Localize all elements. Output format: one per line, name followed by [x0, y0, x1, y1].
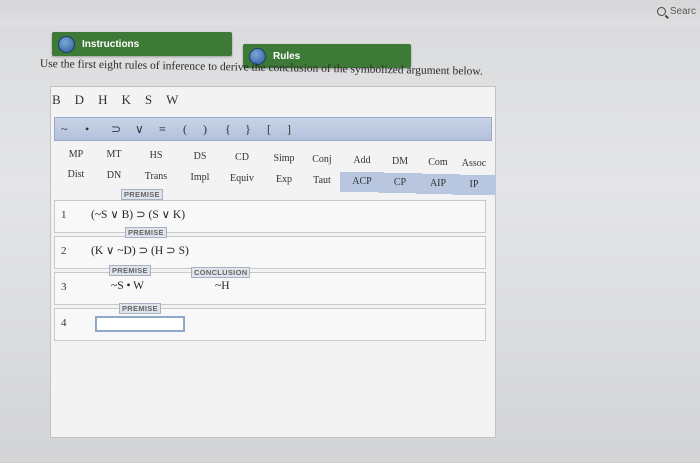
symbol-rbrace-button[interactable]: }: [245, 122, 251, 137]
symbol-lbracket-button[interactable]: [: [267, 122, 271, 137]
line-formula: (K ∨ ~D) ⊃ (H ⊃ S): [91, 245, 189, 257]
symbol-wedge-button[interactable]: ∨: [135, 122, 144, 137]
line-number: 4: [61, 317, 67, 329]
symbol-horseshoe-button[interactable]: ⊃: [111, 122, 121, 137]
letter-palette: B D H K S W: [52, 92, 178, 108]
line-number: 2: [61, 245, 67, 257]
instructions-circle-icon: [58, 36, 75, 53]
rule-trans-button[interactable]: Trans: [134, 167, 178, 187]
symbol-tilde-button[interactable]: ~: [61, 122, 68, 137]
letter-h-button[interactable]: H: [98, 92, 107, 108]
letter-s-button[interactable]: S: [145, 92, 152, 108]
symbol-lparen-button[interactable]: (: [183, 122, 187, 137]
tab-instructions[interactable]: Instructions: [52, 32, 232, 56]
rule-equiv-button[interactable]: Equiv: [220, 169, 264, 189]
symbol-triplebar-button[interactable]: ≡: [159, 122, 166, 137]
rule-ds-button[interactable]: DS: [178, 147, 222, 167]
rule-ip-button[interactable]: IP: [452, 175, 496, 195]
browser-search[interactable]: Searc: [656, 6, 696, 17]
rule-dn-button[interactable]: DN: [92, 166, 136, 186]
symbol-rparen-button[interactable]: ): [203, 122, 207, 137]
symbol-lbrace-button[interactable]: {: [225, 122, 231, 137]
premise-tag: PREMISE: [109, 265, 151, 276]
conclusion-tag: CONCLUSION: [191, 267, 251, 278]
premise-tag: PREMISE: [121, 189, 163, 200]
rule-mt-button[interactable]: MT: [92, 145, 136, 165]
letter-b-button[interactable]: B: [52, 92, 61, 108]
line-number: 3: [61, 281, 67, 293]
premise-tag: PREMISE: [119, 303, 161, 314]
proof-line-1[interactable]: 1 PREMISE (~S ∨ B) ⊃ (S ∨ K): [54, 189, 486, 233]
letter-d-button[interactable]: D: [75, 92, 84, 108]
rule-cd-button[interactable]: CD: [220, 148, 264, 168]
instruction-text: Use the first eight rules of inference t…: [39, 58, 483, 78]
browser-top-bar: Searc: [0, 0, 700, 26]
rule-hs-button[interactable]: HS: [134, 146, 178, 166]
premise-tag: PREMISE: [125, 227, 167, 238]
rules-toolbar: MP MT HS DS CD Simp Conj Add DM Com Asso…: [54, 143, 496, 195]
search-label: Searc: [669, 6, 696, 17]
rule-impl-button[interactable]: Impl: [178, 168, 222, 188]
line-formula: ~S • W: [111, 280, 145, 292]
formula-input[interactable]: [95, 316, 185, 332]
symbol-rbracket-button[interactable]: ]: [287, 122, 291, 137]
line-number: 1: [61, 209, 67, 221]
tab-rules-label: Rules: [273, 50, 301, 62]
conclusion-formula: ~H: [215, 280, 230, 292]
tab-instructions-label: Instructions: [82, 38, 140, 50]
proof-line-3[interactable]: 3 PREMISE ~S • W CONCLUSION ~H: [54, 265, 486, 305]
symbol-toolbar: ~ • ⊃ ∨ ≡ ( ) { } [ ]: [54, 117, 492, 141]
rule-assoc-button[interactable]: Assoc: [452, 154, 496, 174]
letter-w-button[interactable]: W: [166, 92, 178, 108]
search-icon: [656, 7, 666, 16]
rule-conj-button[interactable]: Conj: [300, 150, 344, 170]
symbol-dot-button[interactable]: •: [85, 122, 89, 137]
line-formula: (~S ∨ B) ⊃ (S ∨ K): [91, 209, 186, 221]
rule-taut-button[interactable]: Taut: [300, 171, 344, 191]
letter-k-button[interactable]: K: [121, 92, 130, 108]
